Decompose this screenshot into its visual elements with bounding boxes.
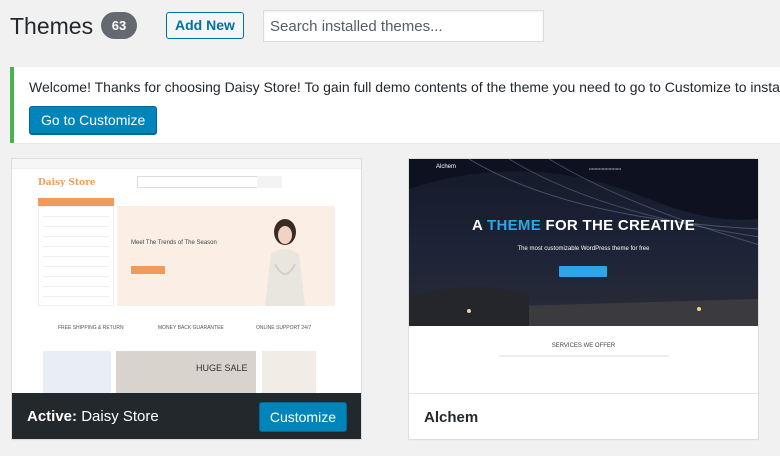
theme-bar: Active: Daisy Store Customize — [12, 393, 361, 439]
customize-button[interactable]: Customize — [258, 402, 347, 432]
add-new-button[interactable]: Add New — [166, 12, 244, 39]
feature-support: ONLINE SUPPORT 24/7 — [256, 325, 312, 331]
preview-hero: Meet The Trends of The Season — [117, 206, 335, 306]
search-themes-input[interactable] — [263, 10, 544, 42]
preview-hero: Alchem ••••••••••••••••••••••• A THEME F… — [409, 159, 758, 326]
theme-count-badge: 63 — [101, 12, 137, 39]
welcome-notice: Welcome! Thanks for choosing Daisy Store… — [10, 67, 780, 143]
preview-sidebar — [38, 206, 114, 306]
preview-headline: A THEME FOR THE CREATIVE — [409, 217, 758, 234]
preview-services-line — [499, 355, 669, 357]
preview-hero-button — [131, 266, 165, 274]
preview-logo: Daisy Store — [38, 178, 96, 188]
headline-accent: THEME — [487, 217, 542, 234]
page-title: Themes — [10, 13, 94, 39]
theme-card-alchem[interactable]: Alchem ••••••••••••••••••••••• A THEME F… — [408, 158, 759, 440]
active-label: Active: — [27, 408, 78, 425]
architecture-image — [409, 159, 758, 326]
preview-subtitle: The most customizable WordPress theme fo… — [517, 246, 650, 252]
preview-nav: ••••••••••••••••••••••• — [589, 166, 622, 171]
theme-name: Active: Daisy Store — [27, 407, 159, 427]
preview-search — [137, 176, 272, 188]
headline-post: FOR THE CREATIVE — [541, 217, 696, 234]
preview-products: HUGE SALE — [38, 351, 338, 393]
model-image — [265, 219, 305, 306]
active-theme-name: Daisy Store — [81, 408, 159, 425]
preview-hero-button — [559, 266, 607, 277]
feature-money-back: MONEY BACK GUARANTEE — [158, 325, 224, 331]
product-shoes: HUGE SALE — [116, 351, 256, 393]
product-camera — [262, 351, 316, 393]
theme-bar: Alchem — [409, 393, 758, 439]
preview-topbar — [12, 159, 361, 169]
preview-logo: Alchem — [436, 164, 457, 170]
preview-features: FREE SHIPPING & RETURN MONEY BACK GUARAN… — [12, 321, 361, 341]
theme-name: Alchem — [424, 409, 479, 426]
feature-shipping: FREE SHIPPING & RETURN — [58, 325, 124, 331]
preview-service-columns — [439, 384, 729, 393]
preview-category-bar — [38, 198, 114, 206]
preview-hero-text: Meet The Trends of The Season — [131, 240, 217, 246]
theme-screenshot[interactable]: Daisy Store Meet The Trends of The Seaso… — [12, 159, 361, 393]
preview-services-heading: SERVICES WE OFFER — [551, 343, 616, 349]
page-header: Themes 63 Add New — [0, 0, 780, 56]
product-watch — [43, 351, 111, 393]
notice-text: Welcome! Thanks for choosing Daisy Store… — [29, 79, 780, 95]
preview-search-button — [257, 176, 282, 188]
theme-card-daisy-store[interactable]: Daisy Store Meet The Trends of The Seaso… — [11, 158, 362, 440]
huge-sale-text: HUGE SALE — [196, 363, 248, 373]
headline-pre: A — [471, 217, 488, 234]
go-to-customize-button[interactable]: Go to Customize — [29, 106, 158, 134]
theme-screenshot[interactable]: Alchem ••••••••••••••••••••••• A THEME F… — [409, 159, 758, 393]
